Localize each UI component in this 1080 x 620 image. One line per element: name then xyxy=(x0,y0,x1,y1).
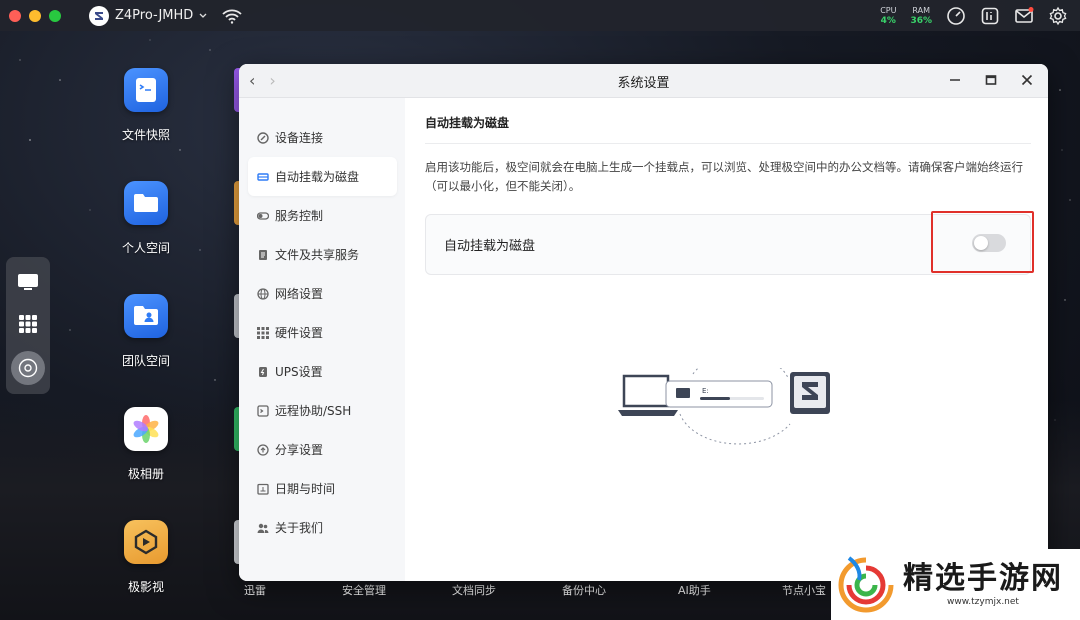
settings-gear-icon xyxy=(18,358,38,378)
link-icon xyxy=(257,131,269,144)
monitor-icon xyxy=(18,274,38,290)
window-controls xyxy=(9,9,61,22)
app-label-security[interactable]: 安全管理 xyxy=(342,582,386,598)
sidebar-item-label: 关于我们 xyxy=(275,521,324,535)
drive-letter-label: E: xyxy=(702,387,709,395)
app-label-node[interactable]: 节点小宝 xyxy=(782,582,826,598)
dock-apps[interactable] xyxy=(13,309,43,339)
auto-mount-label: 自动挂载为磁盘 xyxy=(444,239,536,254)
watermark-url: www.tzymjx.net xyxy=(947,597,1019,607)
app-label-xunlei[interactable]: 迅雷 xyxy=(244,582,266,598)
minimize-button[interactable] xyxy=(946,70,964,90)
menu-bar: Z4Pro-JMHD CPU 4% RAM 36% xyxy=(0,0,1080,31)
sidebar-item-device-connection[interactable]: 设备连接 xyxy=(248,118,397,157)
zspace-logo-icon xyxy=(89,5,109,26)
photo-flower-icon xyxy=(124,407,168,451)
ram-metric: RAM 36% xyxy=(910,5,932,26)
sidebar-item-label: 分享设置 xyxy=(275,443,324,457)
wifi-icon[interactable] xyxy=(221,8,243,24)
sidebar-item-label: 日期与时间 xyxy=(275,482,336,496)
dock-settings[interactable] xyxy=(11,351,45,385)
watermark-logo-icon xyxy=(838,555,894,612)
auto-mount-toggle[interactable] xyxy=(972,234,1006,252)
sidebar-item-file-sharing[interactable]: 文件及共享服务 xyxy=(248,235,397,274)
team-folder-icon xyxy=(124,294,168,338)
dock-desktop[interactable] xyxy=(13,267,43,297)
zoom-dot[interactable] xyxy=(49,9,61,22)
toggle-icon xyxy=(257,210,269,222)
app-team-space[interactable]: 团队空间 xyxy=(104,294,188,369)
app-label-ai[interactable]: AI助手 xyxy=(678,582,711,598)
auto-mount-card: 自动挂载为磁盘 xyxy=(425,211,1034,275)
sidebar-item-service-control[interactable]: 服务控制 xyxy=(248,196,397,235)
sidebar-item-label: 自动挂载为磁盘 xyxy=(275,170,360,184)
app-label-backup[interactable]: 备份中心 xyxy=(562,582,606,598)
site-watermark: 精选手游网 www.tzymjx.net xyxy=(831,549,1080,620)
users-icon xyxy=(257,522,269,534)
battery-icon xyxy=(257,366,269,378)
app-file-snapshot[interactable]: 文件快照 xyxy=(104,68,188,143)
settings-window: ‹ › 系统设置 设备连接 自动挂载为磁盘 服务控制 文件及共享服务 网络设置 … xyxy=(239,64,1048,581)
sidebar-item-network[interactable]: 网络设置 xyxy=(248,274,397,313)
mount-illustration: E: xyxy=(618,368,830,445)
folder-icon xyxy=(124,181,168,225)
settings-sidebar: 设备连接 自动挂载为磁盘 服务控制 文件及共享服务 网络设置 硬件设置 UPS设… xyxy=(239,98,405,581)
maximize-button[interactable] xyxy=(982,70,1000,90)
sidebar-item-label: 远程协助/SSH xyxy=(275,404,352,418)
settings-content: 自动挂载为磁盘 启用该功能后，极空间就会在电脑上生成一个挂载点，可以浏览、处理极… xyxy=(405,98,1048,581)
minimize-icon xyxy=(950,79,960,81)
window-titlebar: ‹ › 系统设置 xyxy=(239,64,1048,98)
app-photo-album[interactable]: 极相册 xyxy=(104,407,188,482)
close-icon xyxy=(1021,74,1033,86)
sidebar-item-hardware[interactable]: 硬件设置 xyxy=(248,313,397,352)
drive-icon xyxy=(257,171,269,183)
close-dot[interactable] xyxy=(9,9,21,22)
share-icon xyxy=(257,443,269,456)
cpu-metric: CPU 4% xyxy=(880,5,897,26)
calendar-icon xyxy=(257,483,269,495)
document-icon xyxy=(257,249,269,261)
sidebar-item-date-time[interactable]: 日期与时间 xyxy=(248,469,397,508)
app-label-doc-sync[interactable]: 文档同步 xyxy=(452,582,496,598)
chevron-down-icon xyxy=(199,13,207,18)
sidebar-item-ups[interactable]: UPS设置 xyxy=(248,352,397,391)
sidebar-item-auto-mount[interactable]: 自动挂载为磁盘 xyxy=(248,157,397,196)
window-title: 系统设置 xyxy=(617,76,670,91)
sidebar-item-remote-ssh[interactable]: 远程协助/SSH xyxy=(248,391,397,430)
grid-icon xyxy=(19,315,37,333)
left-dock xyxy=(6,257,50,394)
sidebar-item-share-settings[interactable]: 分享设置 xyxy=(248,430,397,469)
sidebar-item-label: 网络设置 xyxy=(275,287,324,301)
device-selector[interactable]: Z4Pro-JMHD xyxy=(89,5,207,26)
globe-icon xyxy=(257,287,269,300)
grid-icon xyxy=(257,326,269,339)
terminal-icon xyxy=(257,404,269,417)
sidebar-item-label: 文件及共享服务 xyxy=(275,248,360,262)
video-icon xyxy=(124,520,168,564)
close-button[interactable] xyxy=(1018,70,1036,90)
mail-icon[interactable] xyxy=(1014,6,1034,26)
gear-icon[interactable] xyxy=(1048,6,1068,26)
sidebar-item-label: UPS设置 xyxy=(275,365,323,379)
sidebar-item-about[interactable]: 关于我们 xyxy=(248,508,397,547)
bottom-app-labels: 迅雷 安全管理 文档同步 备份中心 AI助手 节点小宝 xyxy=(0,582,840,598)
app-personal-space[interactable]: 个人空间 xyxy=(104,181,188,256)
section-description: 启用该功能后，极空间就会在电脑上生成一个挂载点，可以浏览、处理极空间中的办公文档… xyxy=(425,160,1023,193)
speedometer-icon[interactable] xyxy=(946,6,966,26)
minimize-dot[interactable] xyxy=(29,9,41,22)
watermark-title: 精选手游网 xyxy=(903,561,1063,596)
sidebar-item-label: 设备连接 xyxy=(275,131,324,145)
task-monitor-icon[interactable] xyxy=(980,6,1000,26)
sidebar-item-label: 服务控制 xyxy=(275,209,324,223)
maximize-icon xyxy=(985,75,997,85)
section-header: 自动挂载为磁盘 xyxy=(425,114,1031,144)
sidebar-item-label: 硬件设置 xyxy=(275,326,324,340)
file-snapshot-icon xyxy=(124,68,168,112)
toggle-knob xyxy=(974,236,988,250)
device-name: Z4Pro-JMHD xyxy=(115,8,194,23)
